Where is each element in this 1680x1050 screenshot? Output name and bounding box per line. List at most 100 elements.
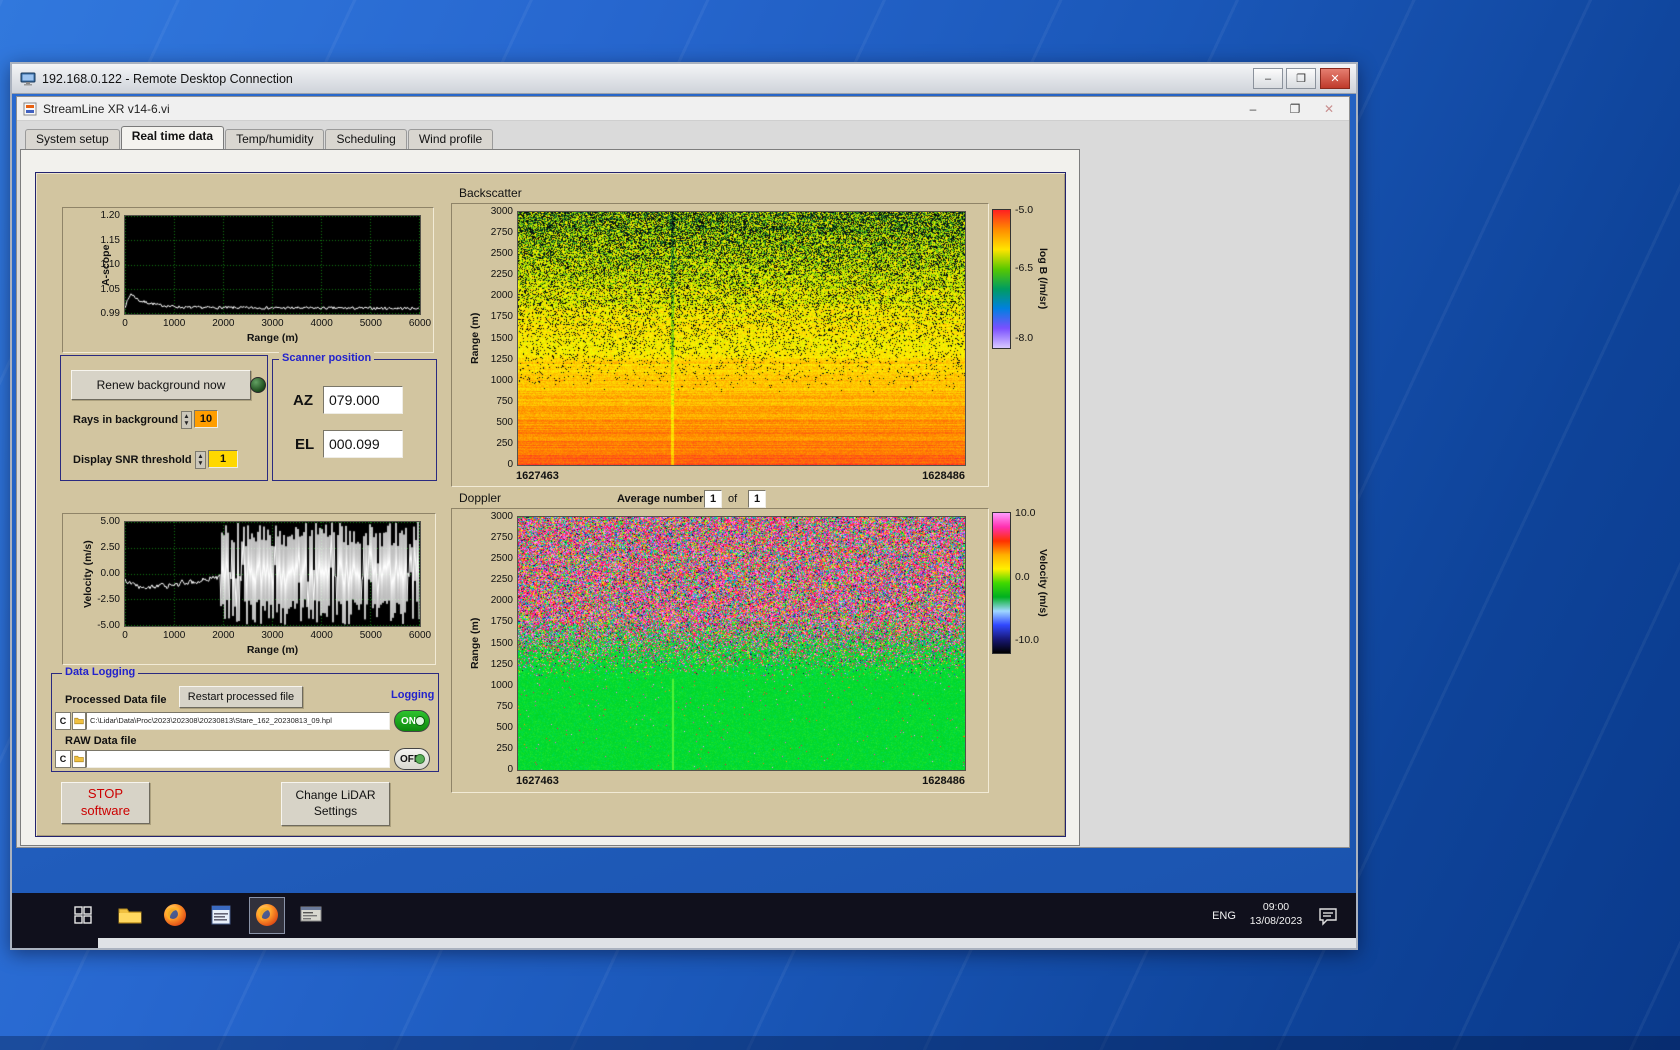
- doppler-x-end: 1628486: [922, 775, 965, 787]
- y-tick-label: 1250: [490, 658, 513, 670]
- app-icon: [23, 102, 37, 116]
- app-close-button[interactable]: ✕: [1315, 98, 1343, 119]
- raw-data-file-label: RAW Data file: [65, 735, 137, 747]
- tab-system-setup[interactable]: System setup: [25, 129, 120, 149]
- y-tick-label: 2250: [490, 269, 513, 281]
- tab-scheduling[interactable]: Scheduling: [325, 129, 407, 149]
- az-value-field[interactable]: 079.000: [323, 386, 403, 414]
- x-tick-label: 2000: [212, 630, 235, 641]
- rdp-maximize-button[interactable]: ❐: [1286, 68, 1316, 89]
- restart-processed-file-button[interactable]: Restart processed file: [179, 686, 303, 708]
- notification-center-icon[interactable]: [1318, 906, 1338, 926]
- app-minimize-button[interactable]: –: [1239, 98, 1267, 119]
- raw-data-file-path[interactable]: [86, 750, 390, 768]
- rdp-bottom-edge: [98, 938, 1356, 948]
- velocity-canvas: [125, 522, 420, 626]
- app-titlebar: StreamLine XR v14-6.vi: [17, 97, 1349, 121]
- renew-background-button[interactable]: Renew background now: [71, 370, 251, 400]
- desktop-background: 192.168.0.122 - Remote Desktop Connectio…: [0, 0, 1680, 1050]
- rays-spinner[interactable]: [181, 411, 192, 429]
- raw-browse-folder-icon[interactable]: [72, 750, 86, 768]
- x-tick-label: 3000: [261, 318, 284, 329]
- snr-spinner[interactable]: [195, 451, 206, 469]
- stop-software-button[interactable]: STOP software: [61, 782, 150, 824]
- average-number-field[interactable]: 1: [704, 490, 722, 508]
- y-tick-label: 250: [496, 437, 513, 449]
- language-indicator[interactable]: ENG: [1208, 901, 1240, 931]
- taskbar-clock[interactable]: 09:00 13/08/2023: [1244, 900, 1308, 928]
- backscatter-x-start: 1627463: [516, 470, 559, 482]
- el-label: EL: [295, 436, 315, 453]
- x-tick-label: 1000: [163, 318, 186, 329]
- velocity-graph: Velocity (m/s) Range (m) 5.00 2.50 0.00 -2.…: [62, 513, 436, 665]
- doppler-cb-label: Velocity (m/s): [1037, 549, 1049, 617]
- firefox-icon[interactable]: [163, 903, 187, 927]
- y-tick-label: 2750: [490, 227, 513, 239]
- file-explorer-icon[interactable]: [118, 904, 142, 926]
- desktop-bottom-shade: [0, 1036, 1680, 1050]
- firefox-active-icon[interactable]: [255, 903, 279, 927]
- doppler-plot: [517, 516, 966, 771]
- x-tick-label: 0: [122, 630, 128, 641]
- y-tick-label: 750: [496, 395, 513, 407]
- remote-taskbar: ENG 09:00 13/08/2023: [12, 893, 1356, 938]
- processed-toggle-knob: [415, 716, 425, 726]
- raw-logging-toggle[interactable]: OFF: [394, 748, 430, 770]
- el-value-field[interactable]: 000.099: [323, 430, 403, 458]
- snr-threshold-label: Display SNR threshold: [73, 454, 192, 466]
- average-total-field[interactable]: 1: [748, 490, 766, 508]
- rays-in-background-label: Rays in background: [73, 414, 179, 426]
- ascope-plot: [124, 215, 421, 315]
- doppler-graph: Range (m) 1627463 1628486 3000 2750 2500 22…: [451, 508, 989, 793]
- rdp-minimize-button[interactable]: –: [1253, 68, 1283, 89]
- app-window: StreamLine XR v14-6.vi – ❐ ✕ System setu…: [16, 96, 1350, 848]
- y-tick-label: 2000: [490, 290, 513, 302]
- lv-panel: A-scope Range (m) 1.20 1.15 1.10 1.05 0.99 0 1…: [35, 172, 1066, 837]
- processed-data-file-label: Processed Data file: [65, 694, 167, 706]
- tab-strip: System setup Real time data Temp/humidit…: [25, 126, 494, 149]
- task-view-icon[interactable]: [72, 904, 94, 926]
- backscatter-canvas: [518, 212, 965, 465]
- raw-drive-selector[interactable]: C: [55, 750, 71, 768]
- y-tick-label: 3000: [490, 511, 513, 522]
- backscatter-x-end: 1628486: [922, 470, 965, 482]
- y-tick-label: 1250: [490, 353, 513, 365]
- processed-browse-folder-icon[interactable]: [72, 712, 86, 730]
- velocity-plot: [124, 521, 421, 627]
- y-tick-label: 1500: [490, 332, 513, 344]
- x-tick-label: 5000: [359, 318, 382, 329]
- average-of-label: of: [728, 493, 738, 505]
- tab-temp-humidity[interactable]: Temp/humidity: [225, 129, 325, 149]
- velocity-xlabel: Range (m): [246, 644, 299, 656]
- change-lidar-settings-button[interactable]: Change LiDAR Settings: [281, 782, 390, 826]
- scan-scheduler-icon[interactable]: [300, 905, 322, 925]
- y-tick-label: 2750: [490, 532, 513, 544]
- tab-wind-profile[interactable]: Wind profile: [407, 129, 494, 149]
- x-tick-label: 2000: [212, 318, 235, 329]
- app-restore-button[interactable]: ❐: [1281, 98, 1309, 119]
- taskbar-date: 13/08/2023: [1249, 915, 1303, 928]
- y-tick-label: 250: [496, 742, 513, 754]
- doppler-canvas: [518, 517, 965, 770]
- rdp-window-title: 192.168.0.122 - Remote Desktop Connectio…: [42, 71, 293, 86]
- y-tick-label: 500: [496, 721, 513, 733]
- processed-drive-selector[interactable]: C: [55, 712, 71, 730]
- x-tick-label: 6000: [408, 318, 432, 329]
- tab-real-time-data[interactable]: Real time data: [120, 126, 225, 149]
- y-tick-label: 500: [496, 416, 513, 428]
- scanner-position-group: Scanner position AZ 079.000 EL 000.099: [272, 352, 437, 481]
- rdp-close-button[interactable]: ✕: [1320, 68, 1350, 89]
- processed-logging-toggle[interactable]: ON: [394, 710, 430, 732]
- x-tick-label: 6000: [408, 630, 432, 641]
- ascope-xlabel: Range (m): [246, 332, 299, 344]
- snr-value-field[interactable]: 1: [208, 450, 238, 468]
- backscatter-title: Backscatter: [459, 186, 522, 200]
- rays-value-field[interactable]: 10: [194, 410, 218, 428]
- text-editor-icon[interactable]: [210, 904, 232, 926]
- processed-data-file-path[interactable]: C:\Lidar\Data\Proc\2023\202308\20230813\…: [86, 712, 390, 730]
- y-tick-label: 3000: [490, 206, 513, 217]
- scanner-position-title: Scanner position: [279, 352, 375, 364]
- y-tick-label: 1.20: [100, 210, 120, 221]
- stop-button-line2: software: [80, 803, 131, 818]
- backscatter-graph: Range (m) 1627463 1628486 3000 2750 2500 22…: [451, 203, 989, 487]
